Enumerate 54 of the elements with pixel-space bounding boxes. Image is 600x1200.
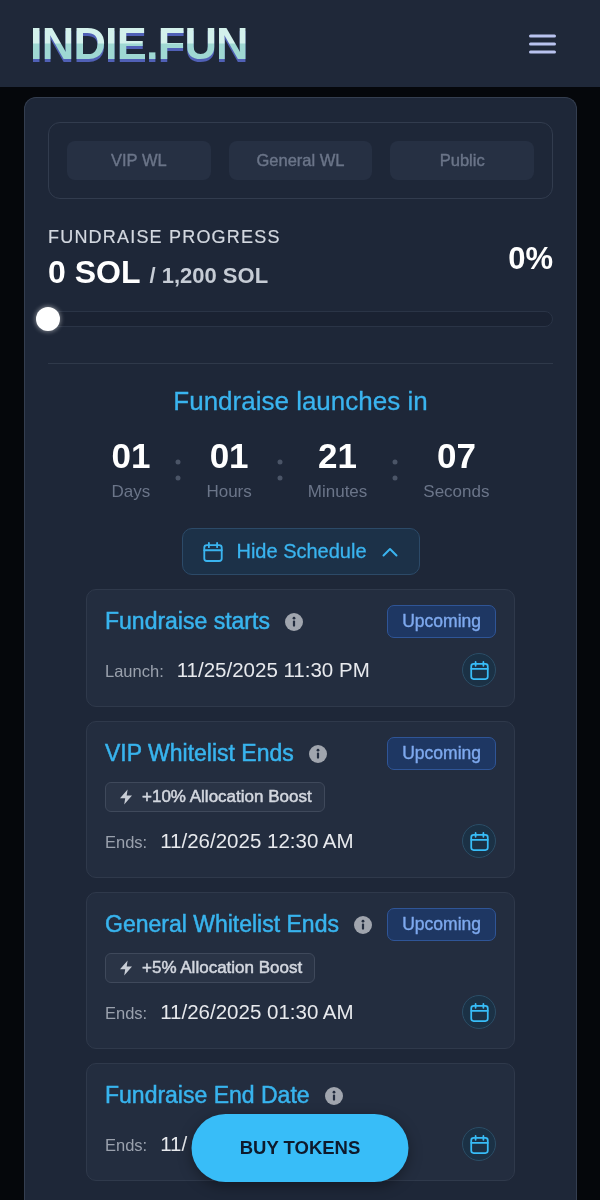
- countdown-unit: Days: [111, 482, 151, 502]
- buy-tokens-button[interactable]: BUY TOKENS: [191, 1114, 409, 1182]
- boost-text: +10% Allocation Boost: [142, 787, 312, 807]
- calendar-icon: [469, 1002, 489, 1022]
- separator-dots-icon: [392, 459, 399, 481]
- add-to-calendar-button[interactable]: [462, 653, 496, 687]
- countdown-unit: Seconds: [423, 482, 490, 502]
- countdown-value: 01: [111, 437, 151, 475]
- date-label: Ends:: [105, 1136, 148, 1155]
- status-badge: Upcoming: [387, 605, 496, 638]
- status-badge: Upcoming: [387, 908, 496, 941]
- separator-dots-icon: [175, 459, 182, 481]
- calendar-icon: [469, 1134, 489, 1154]
- calendar-icon: [203, 541, 224, 562]
- countdown-title: Fundraise launches in: [173, 386, 428, 416]
- countdown-value: 21: [318, 437, 358, 475]
- status-badge: Upcoming: [387, 737, 496, 770]
- countdown-unit: Hours: [206, 482, 252, 502]
- date-label: Ends:: [105, 1004, 148, 1023]
- calendar-icon: [469, 831, 489, 851]
- event-title: General Whitelist Ends: [105, 913, 339, 936]
- progress-percent: 0%: [508, 240, 553, 277]
- separator-dots-icon: [276, 459, 283, 481]
- phase-tab[interactable]: VIP WL: [67, 141, 211, 180]
- add-to-calendar-button[interactable]: [462, 1127, 496, 1161]
- boost-text: +5% Allocation Boost: [142, 958, 303, 978]
- event-title: VIP Whitelist Ends: [105, 742, 294, 765]
- date-value: 11/: [160, 1132, 188, 1156]
- raised-amount: 0 SOL: [48, 253, 141, 291]
- hide-schedule-button[interactable]: Hide Schedule: [181, 528, 420, 575]
- add-to-calendar-button[interactable]: [462, 995, 496, 1029]
- info-icon[interactable]: [308, 744, 327, 763]
- menu-icon[interactable]: [529, 33, 556, 54]
- calendar-icon: [469, 660, 489, 680]
- phase-tab[interactable]: General WL: [228, 141, 373, 180]
- lightning-bolt-icon: [119, 960, 133, 976]
- countdown-unit: Minutes: [307, 482, 368, 502]
- date-label: Ends:: [105, 833, 148, 852]
- add-to-calendar-button[interactable]: [462, 824, 496, 858]
- countdown-value: 07: [436, 437, 476, 475]
- goal-amount: / 1,200 SOL: [149, 263, 269, 289]
- countdown-value: 01: [209, 437, 249, 475]
- progress-title: FUNDRAISE PROGRESS: [48, 226, 281, 248]
- date-value: 11/25/2025 11:30 PM: [176, 658, 370, 682]
- info-icon[interactable]: [284, 612, 303, 631]
- info-icon[interactable]: [324, 1086, 343, 1105]
- event-title: Fundraise End Date: [105, 1084, 310, 1107]
- date-value: 11/26/2025 01:30 AM: [160, 1000, 354, 1024]
- date-value: 11/26/2025 12:30 AM: [160, 829, 354, 853]
- event-title: Fundraise starts: [105, 610, 270, 633]
- lightning-bolt-icon: [119, 789, 133, 805]
- date-label: Launch:: [105, 662, 164, 681]
- phase-tab[interactable]: Public: [390, 141, 534, 180]
- info-icon[interactable]: [353, 915, 372, 934]
